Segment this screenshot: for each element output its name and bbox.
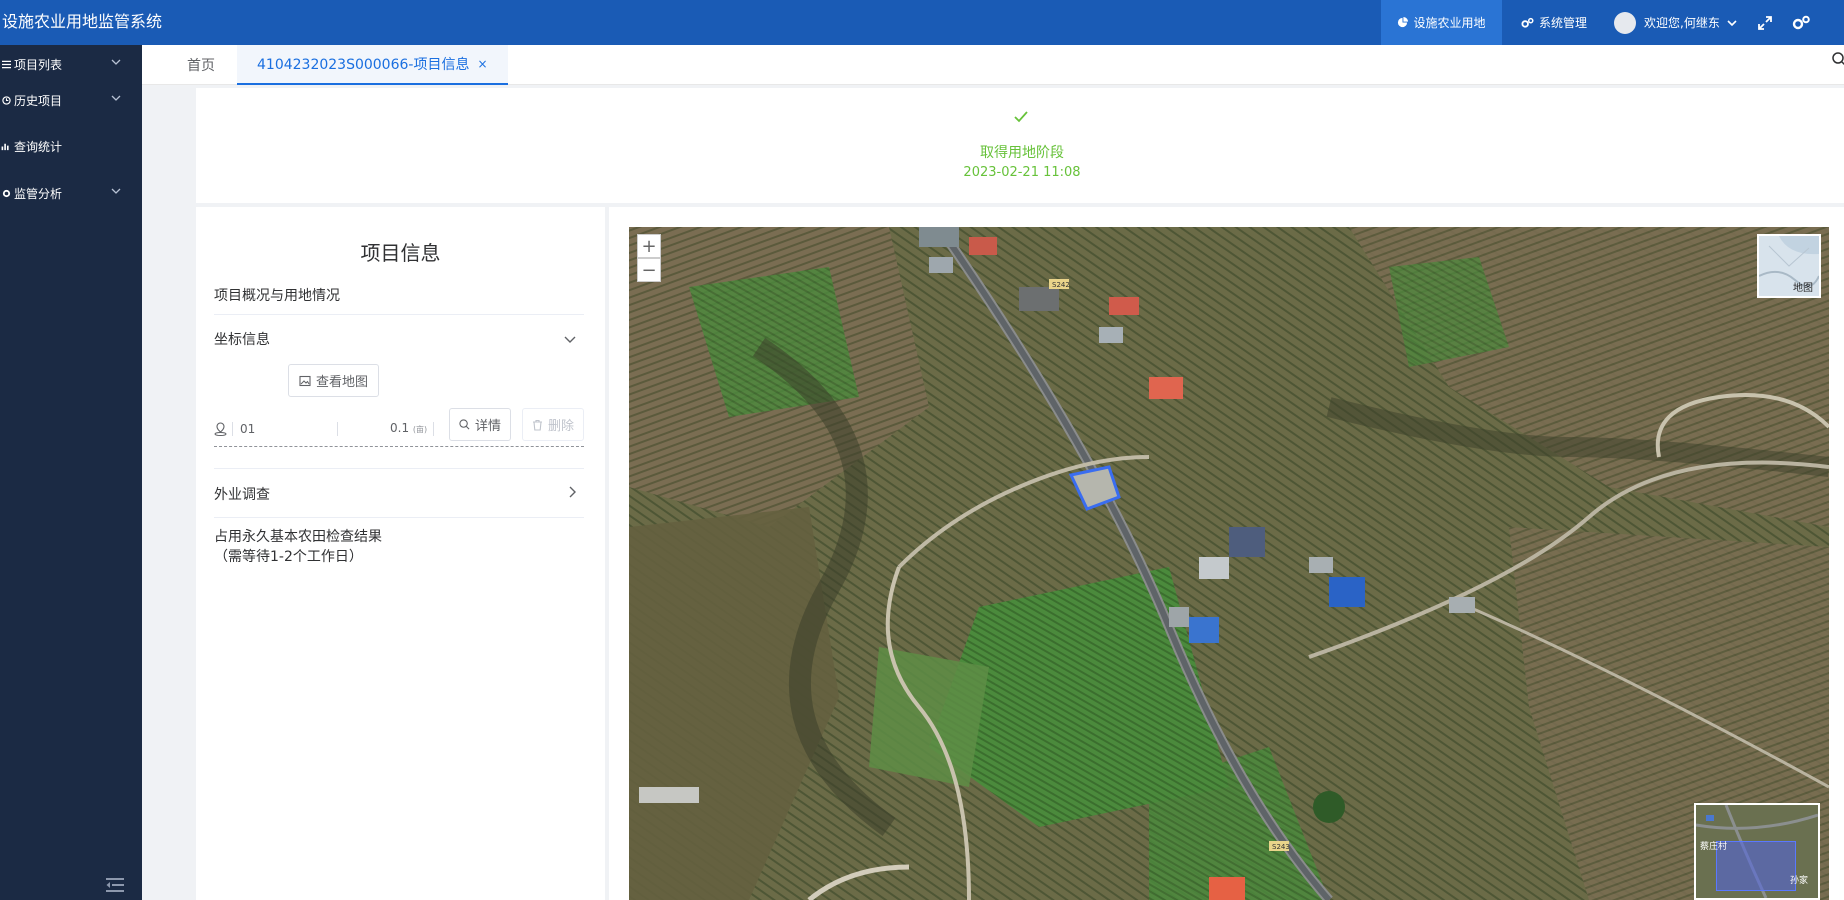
overview-label: 孙家	[1790, 876, 1809, 886]
stage-name: 取得用地阶段	[980, 145, 1064, 161]
divider	[214, 314, 584, 315]
sidebar-collapse-button[interactable]	[106, 877, 124, 897]
tab-project-info-label: 4104232023S000066-项目信息	[257, 57, 470, 73]
coord-area-unit: (亩)	[412, 425, 428, 434]
farmland-check-note: （需等待1-2个工作日）	[214, 549, 363, 565]
sidebar-item-label: 项目列表	[14, 57, 63, 72]
sidebar-item-history[interactable]: 历史项目	[0, 88, 142, 112]
stage-date: 2023-02-21 11:08	[963, 165, 1081, 180]
overview-label[interactable]: 项目概况与用地情况	[214, 285, 340, 305]
separator	[433, 422, 434, 436]
user-menu[interactable]: 欢迎您,何继东	[1614, 0, 1738, 45]
basemap-label: 地图	[1793, 283, 1813, 294]
coord-area: 0.1 (亩)	[390, 421, 427, 435]
list-icon	[0, 60, 12, 69]
gears-icon	[1521, 17, 1534, 28]
separator	[337, 422, 338, 436]
delete-label: 删除	[547, 419, 574, 434]
panel-title: 项目信息	[360, 241, 441, 265]
divider	[214, 517, 584, 518]
coord-area-value: 0.1	[390, 421, 410, 435]
picture-icon	[299, 375, 311, 386]
search-icon	[459, 419, 470, 430]
tab-project-info[interactable]: 4104232023S000066-项目信息 ×	[237, 45, 508, 85]
chevron-down-icon	[111, 59, 121, 65]
settings-button[interactable]	[1791, 0, 1816, 45]
road-label: S242	[1052, 281, 1070, 289]
field-survey-header[interactable]: 外业调查	[214, 484, 270, 504]
view-map-button[interactable]: 查看地图	[288, 364, 379, 397]
satellite-map[interactable]: S242 S243	[629, 227, 1829, 900]
coord-section-header[interactable]: 坐标信息	[214, 329, 270, 349]
delete-button[interactable]: 删除	[522, 408, 584, 441]
top-header: 设施农业用地监管系统 设施农业用地 系统管理 欢迎您,何继东	[0, 0, 1844, 45]
satellite-imagery: S242 S243	[629, 227, 1829, 900]
sidebar-item-supervision[interactable]: 监管分析	[0, 181, 142, 205]
avatar	[1614, 11, 1636, 34]
project-info-panel: 项目信息 项目概况与用地情况 坐标信息 查看地图 01 0.1 (亩) 详情 删…	[196, 207, 605, 900]
nav-facility-land[interactable]: 设施农业用地	[1381, 0, 1502, 45]
check-icon	[1014, 111, 1028, 123]
gear-icon	[0, 189, 12, 198]
chevron-right-icon[interactable]	[565, 485, 579, 499]
expand-icon	[1758, 15, 1772, 30]
chevron-down-icon	[111, 95, 121, 101]
view-map-label: 查看地图	[315, 375, 368, 390]
settings-gears-icon	[1792, 15, 1810, 29]
separator	[232, 422, 233, 436]
sidebar-item-project-list[interactable]: 项目列表	[0, 52, 142, 76]
search-icon[interactable]	[1832, 51, 1844, 70]
tab-bar: 首页 4104232023S000066-项目信息 ×	[142, 45, 1844, 85]
chevron-down-icon	[111, 188, 121, 194]
sidebar-item-label: 历史项目	[14, 93, 63, 108]
detail-label: 详情	[474, 419, 501, 434]
sidebar-item-label: 监管分析	[14, 186, 63, 201]
tab-home[interactable]: 首页	[187, 45, 215, 85]
app-title: 设施农业用地监管系统	[2, 12, 163, 31]
overview-viewport-box[interactable]	[1716, 841, 1796, 891]
divider	[214, 468, 584, 469]
farmland-check-title: 占用永久基本农田检查结果	[214, 529, 382, 545]
basemap-switch[interactable]: 地图	[1757, 234, 1821, 298]
overview-map[interactable]: 蔡庄村 孙家	[1694, 803, 1820, 900]
chevron-down-icon[interactable]	[563, 332, 577, 346]
detail-button[interactable]: 详情	[449, 408, 511, 441]
menu-fold-icon	[106, 878, 124, 892]
history-icon	[0, 95, 12, 105]
zoom-out-button[interactable]: −	[637, 258, 661, 282]
fullscreen-button[interactable]	[1757, 0, 1778, 45]
chevron-down-icon	[1727, 19, 1737, 26]
coord-id: 01	[240, 422, 256, 436]
location-icon	[214, 422, 227, 436]
nav-facility-land-label: 设施农业用地	[1413, 16, 1486, 30]
pie-icon	[1398, 17, 1409, 28]
nav-system-management[interactable]: 系统管理	[1521, 0, 1587, 45]
close-icon[interactable]: ×	[477, 57, 487, 71]
zoom-in-button[interactable]: +	[637, 234, 661, 258]
trash-icon	[532, 419, 542, 431]
tab-home-label: 首页	[187, 58, 215, 74]
overview-label: 蔡庄村	[1700, 842, 1728, 852]
nav-system-label: 系统管理	[1539, 16, 1588, 30]
welcome-text: 欢迎您,何继东	[1644, 16, 1720, 30]
road-label: S243	[1272, 843, 1290, 851]
